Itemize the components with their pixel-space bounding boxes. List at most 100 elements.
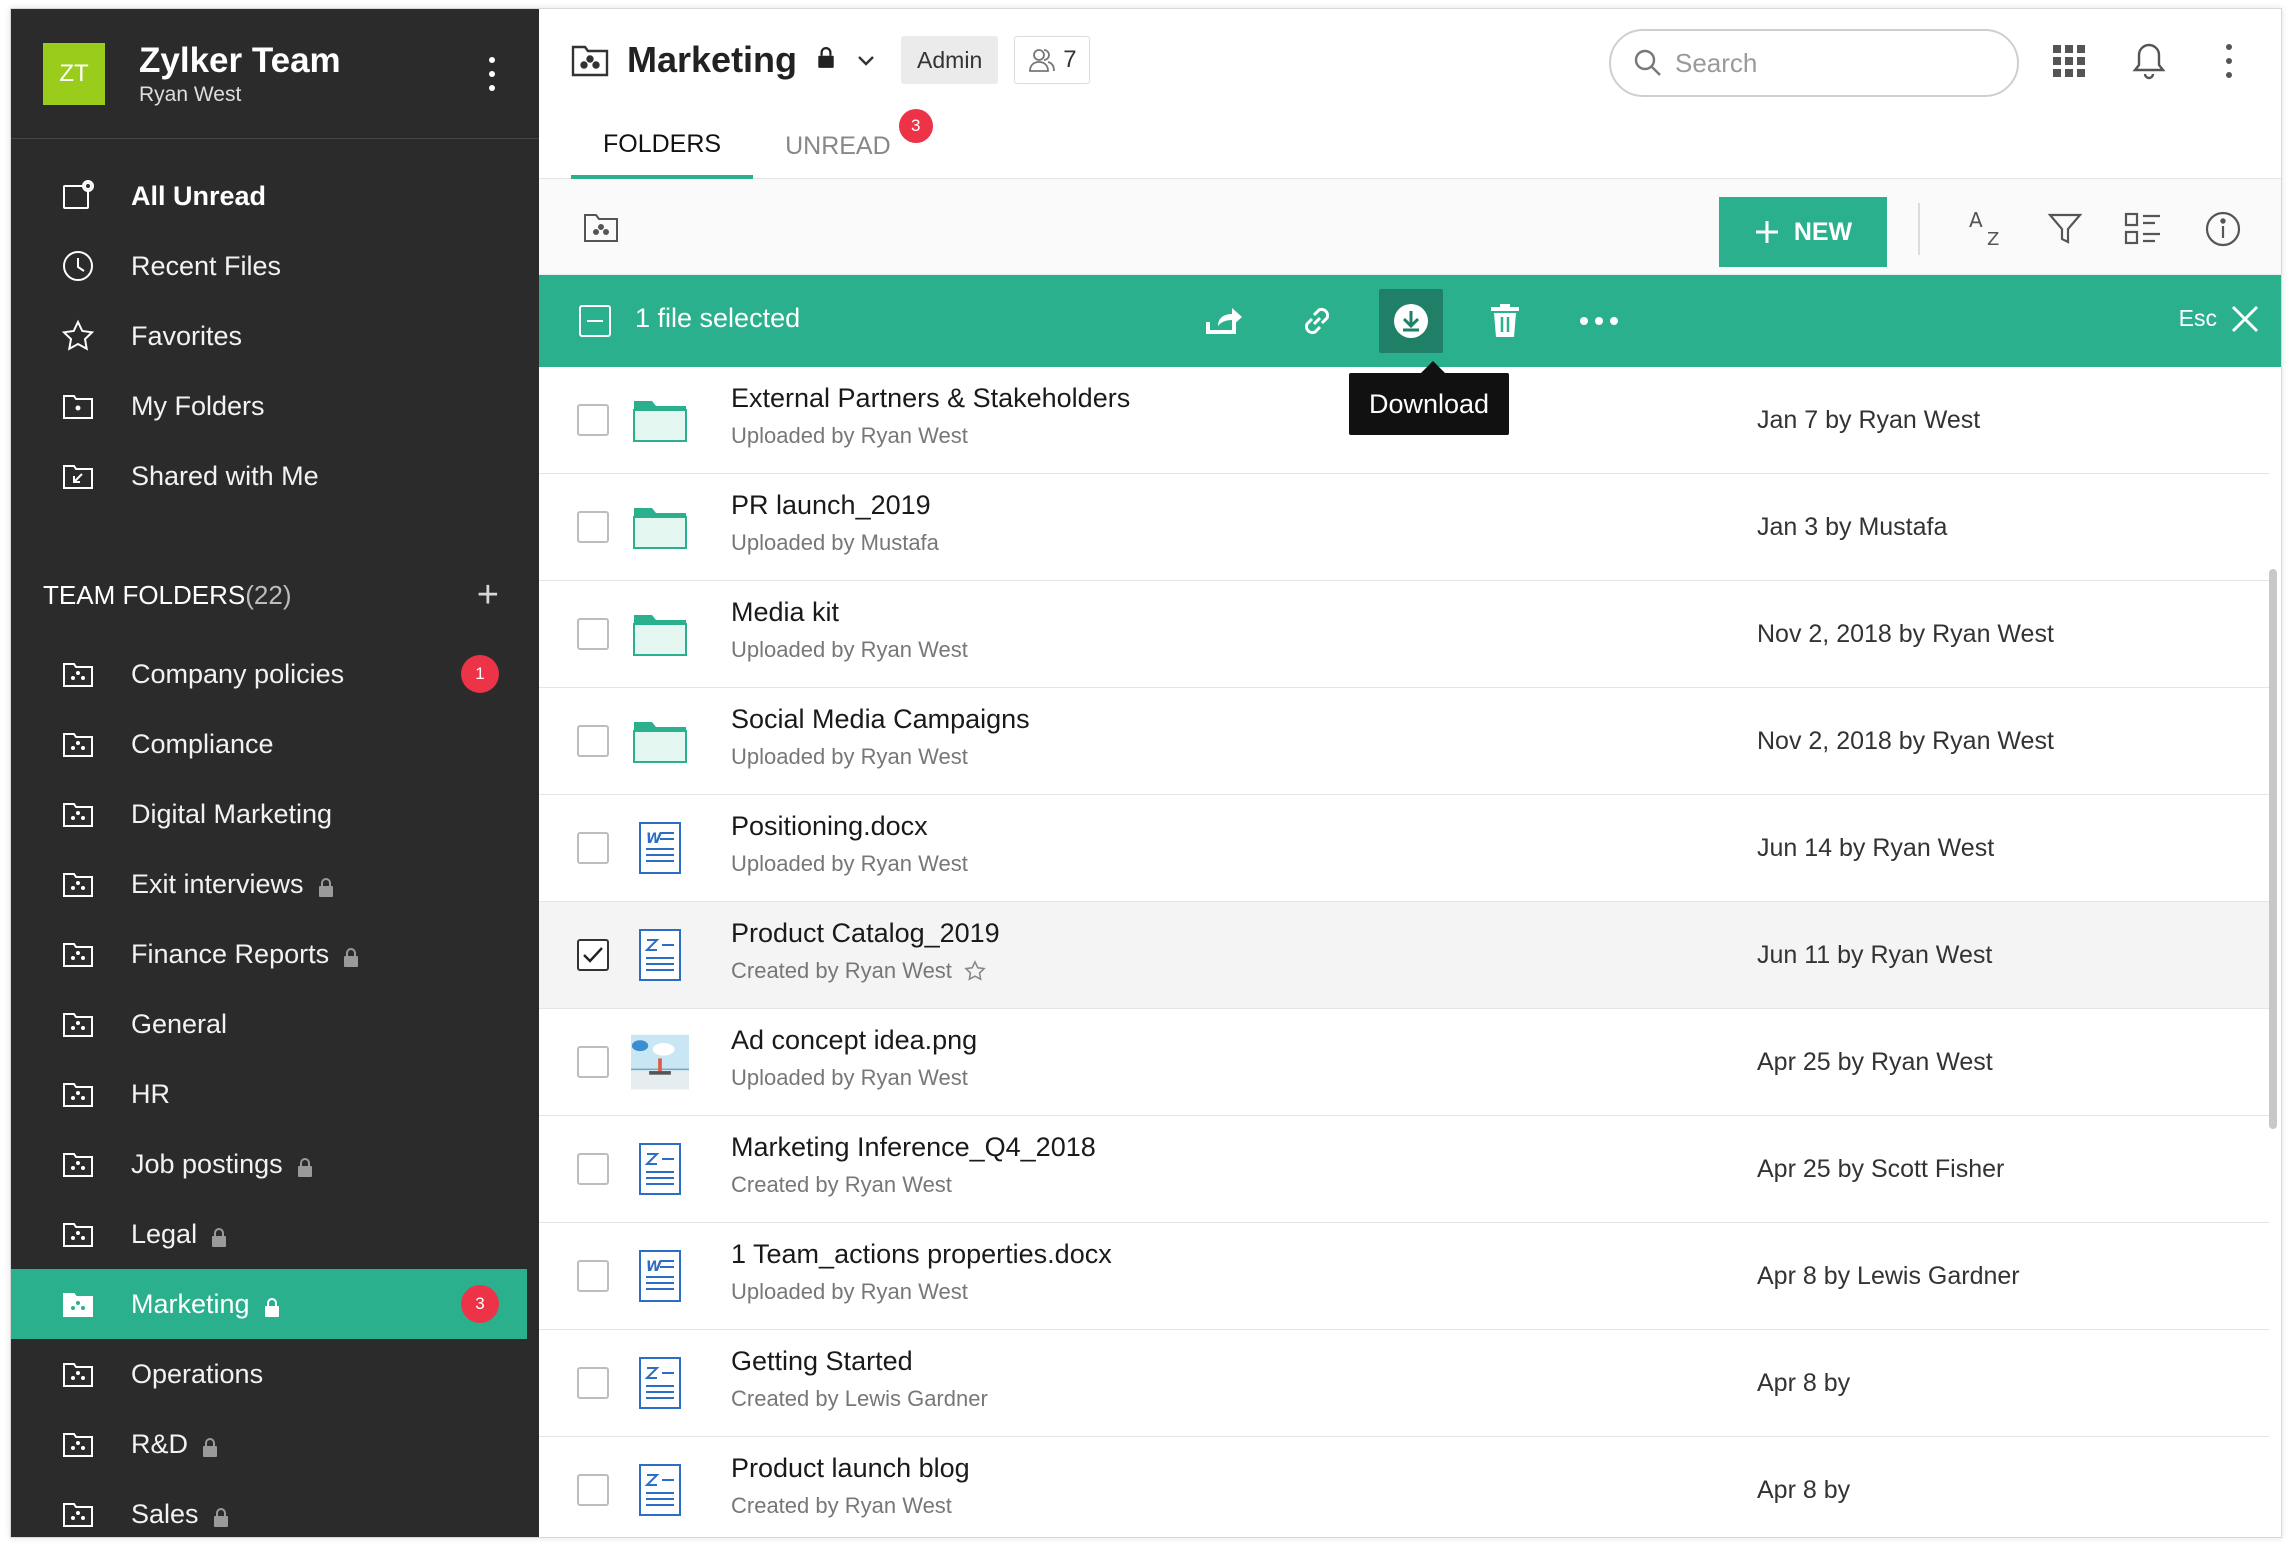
file-row-media-kit[interactable]: Media kit Uploaded by Ryan West Nov 2, 201… (539, 581, 2269, 688)
row-checkbox[interactable] (577, 618, 609, 650)
team-folder-item-finance-reports[interactable]: Finance Reports (11, 919, 527, 989)
close-icon[interactable] (2225, 299, 2265, 339)
nav-label: My Folders (131, 390, 265, 421)
row-checkbox[interactable] (577, 1474, 609, 1506)
new-button[interactable]: NEW (1719, 197, 1887, 267)
team-folder-item-hr[interactable]: HR (11, 1059, 527, 1129)
file-name[interactable]: Product launch blog (731, 1453, 970, 1484)
bell-icon[interactable] (2123, 35, 2175, 87)
clock-icon (59, 247, 97, 285)
more-actions-icon[interactable] (1567, 289, 1631, 353)
file-modified: Nov 2, 2018 by Ryan West (1757, 619, 2054, 648)
team-folder-item-r-d[interactable]: R&D (11, 1409, 527, 1479)
nav-label: Favorites (131, 320, 243, 351)
list-view-icon[interactable] (2117, 203, 2169, 255)
file-owner: Uploaded by Mustafa (731, 530, 939, 556)
file-name[interactable]: External Partners & Stakeholders (731, 383, 1130, 414)
row-checkbox[interactable] (577, 1153, 609, 1185)
team-folder-label: Company policies (131, 658, 345, 689)
team-more-icon[interactable] (477, 49, 507, 99)
add-team-folder-icon[interactable]: + (477, 574, 499, 617)
file-name[interactable]: Marketing Inference_Q4_2018 (731, 1132, 1096, 1163)
row-checkbox[interactable] (577, 939, 609, 971)
file-row-1-team-actions-properties-docx[interactable]: W 1 Team_actions properties.docx Uploaded … (539, 1223, 2269, 1330)
file-row-pr-launch-2019[interactable]: PR launch_2019 Uploaded by Mustafa Jan 3 b… (539, 474, 2269, 581)
members-button[interactable]: 7 (1014, 36, 1090, 84)
team-folder-label: Finance Reports (131, 938, 330, 969)
file-name[interactable]: Product Catalog_2019 (731, 918, 1000, 949)
apps-grid-icon[interactable] (2043, 35, 2095, 87)
row-checkbox[interactable] (577, 511, 609, 543)
team-folder-item-exit-interviews[interactable]: Exit interviews (11, 849, 527, 919)
team-folder-item-marketing[interactable]: Marketing 3 (11, 1269, 527, 1339)
row-checkbox[interactable] (577, 832, 609, 864)
team-folder-item-job-postings[interactable]: Job postings (11, 1129, 527, 1199)
trash-icon[interactable] (1473, 289, 1537, 353)
file-name[interactable]: Ad concept idea.png (731, 1025, 977, 1056)
star-icon[interactable] (964, 960, 986, 982)
file-name[interactable]: Positioning.docx (731, 811, 928, 842)
nav-item-recent-files[interactable]: Recent Files (11, 231, 539, 301)
scrollbar[interactable] (2269, 569, 2277, 1129)
file-owner-text: Created by Ryan West (731, 1172, 952, 1197)
deselect-all-checkbox[interactable] (579, 305, 611, 337)
team-folder-icon[interactable] (581, 207, 621, 247)
file-name[interactable]: Getting Started (731, 1346, 913, 1377)
file-row-positioning-docx[interactable]: W Positioning.docx Uploaded by Ryan West Ju… (539, 795, 2269, 902)
writer-doc-icon (631, 926, 689, 984)
file-row-product-launch-blog[interactable]: Product launch blog Created by Ryan West A… (539, 1437, 2269, 1537)
nav-item-favorites[interactable]: Favorites (11, 301, 539, 371)
link-icon[interactable] (1285, 289, 1349, 353)
svg-text:W: W (646, 1259, 662, 1275)
row-checkbox[interactable] (577, 404, 609, 436)
file-row-product-catalog-2019[interactable]: Product Catalog_2019 Created by Ryan West… (539, 902, 2269, 1009)
chevron-down-icon[interactable] (855, 49, 877, 71)
lock-icon (343, 944, 359, 967)
file-name[interactable]: Media kit (731, 597, 839, 628)
file-name[interactable]: 1 Team_actions properties.docx (731, 1239, 1112, 1270)
search-input[interactable] (1675, 47, 1975, 79)
team-folder-item-sales[interactable]: Sales (11, 1479, 527, 1537)
team-folder-item-digital-marketing[interactable]: Digital Marketing (11, 779, 527, 849)
more-options-icon[interactable] (2203, 35, 2255, 87)
team-folder-label: Sales (131, 1498, 199, 1529)
nav-item-shared-with-me[interactable]: Shared with Me (11, 441, 539, 511)
file-name[interactable]: PR launch_2019 (731, 490, 931, 521)
team-folder-icon (59, 1355, 97, 1393)
file-name[interactable]: Social Media Campaigns (731, 704, 1030, 735)
team-folder-item-operations[interactable]: Operations (11, 1339, 527, 1409)
team-folder-item-company-policies[interactable]: Company policies 1 (11, 639, 527, 709)
folder-icon (631, 605, 689, 663)
file-list: External Partners & Stakeholders Uploaded… (539, 367, 2281, 1537)
team-user: Ryan West (139, 82, 242, 106)
team-name[interactable]: Zylker Team (139, 41, 477, 81)
esc-hint[interactable]: Esc (2179, 305, 2217, 332)
row-checkbox[interactable] (577, 725, 609, 757)
team-folder-item-compliance[interactable]: Compliance (11, 709, 527, 779)
app-window: ZT Zylker Team Ryan West All Unread Rece… (10, 8, 2282, 1538)
team-header: ZT Zylker Team Ryan West (11, 9, 539, 139)
members-count: 7 (1063, 46, 1077, 73)
download-icon[interactable] (1379, 289, 1443, 353)
row-checkbox[interactable] (577, 1260, 609, 1292)
checkmark-icon (583, 947, 603, 963)
team-avatar[interactable]: ZT (43, 42, 105, 105)
row-checkbox[interactable] (577, 1046, 609, 1078)
filter-icon[interactable] (2039, 203, 2091, 255)
search-box[interactable] (1609, 29, 2019, 97)
sort-az-icon[interactable]: AZ (1961, 203, 2013, 255)
file-owner-text: Uploaded by Mustafa (731, 530, 939, 555)
tab-folders[interactable]: FOLDERS (571, 113, 754, 179)
file-row-marketing-inference-q4-2018[interactable]: Marketing Inference_Q4_2018 Created by Ry… (539, 1116, 2269, 1223)
share-icon[interactable] (1191, 289, 1255, 353)
file-row-ad-concept-idea-png[interactable]: Ad concept idea.png Uploaded by Ryan West… (539, 1009, 2269, 1116)
nav-item-all-unread[interactable]: All Unread (11, 161, 539, 231)
file-row-social-media-campaigns[interactable]: Social Media Campaigns Uploaded by Ryan W… (539, 688, 2269, 795)
team-folder-item-general[interactable]: General (11, 989, 527, 1059)
nav-item-my-folders[interactable]: My Folders (11, 371, 539, 441)
row-checkbox[interactable] (577, 1367, 609, 1399)
team-folder-item-legal[interactable]: Legal (11, 1199, 527, 1269)
tab-unread[interactable]: UNREAD 3 (753, 109, 933, 179)
file-row-getting-started[interactable]: Getting Started Created by Lewis Gardner A… (539, 1330, 2269, 1437)
info-icon[interactable] (2197, 203, 2249, 255)
